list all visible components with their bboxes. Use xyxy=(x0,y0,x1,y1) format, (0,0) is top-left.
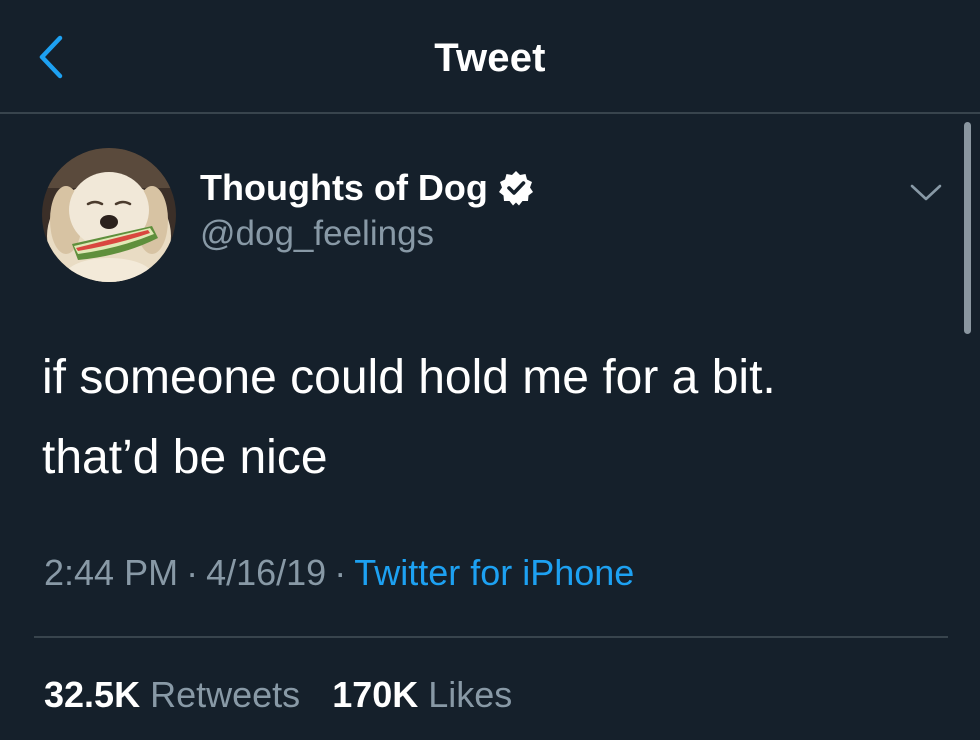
scrollbar[interactable] xyxy=(964,122,971,334)
retweets-stat[interactable]: 32.5K Retweets xyxy=(44,674,310,715)
top-bar: Tweet xyxy=(0,0,980,114)
tweet-stats: 32.5K Retweets 170K Likes xyxy=(44,674,512,716)
meta-separator: · xyxy=(186,552,199,593)
page-title: Tweet xyxy=(434,36,546,80)
likes-label: Likes xyxy=(428,674,513,715)
author-display-name[interactable]: Thoughts of Dog xyxy=(200,167,488,209)
chevron-down-icon xyxy=(910,184,942,201)
retweets-label: Retweets xyxy=(150,674,301,715)
dog-avatar-image xyxy=(42,148,176,282)
verified-badge-icon xyxy=(498,170,534,206)
avatar[interactable] xyxy=(42,148,176,282)
tweet-time: 2:44 PM xyxy=(44,552,179,593)
tweet-text: if someone could hold me for a bit. that… xyxy=(42,338,942,498)
meta-separator: · xyxy=(334,552,347,593)
tweet-source-link[interactable]: Twitter for iPhone xyxy=(354,552,634,593)
likes-stat[interactable]: 170K Likes xyxy=(332,674,512,715)
likes-count: 170K xyxy=(332,674,419,715)
tweet-text-line: if someone could hold me for a bit. xyxy=(42,351,776,404)
tweet-metadata: 2:44 PM · 4/16/19 · Twitter for iPhone xyxy=(44,552,634,594)
retweets-count: 32.5K xyxy=(44,674,141,715)
author-name-row[interactable]: Thoughts of Dog xyxy=(200,166,534,210)
tweet-date: 4/16/19 xyxy=(206,552,327,593)
divider xyxy=(34,636,948,638)
author-handle[interactable]: @dog_feelings xyxy=(200,214,434,254)
tweet-options-button[interactable] xyxy=(906,178,946,206)
tweet-text-line: that’d be nice xyxy=(42,431,328,484)
